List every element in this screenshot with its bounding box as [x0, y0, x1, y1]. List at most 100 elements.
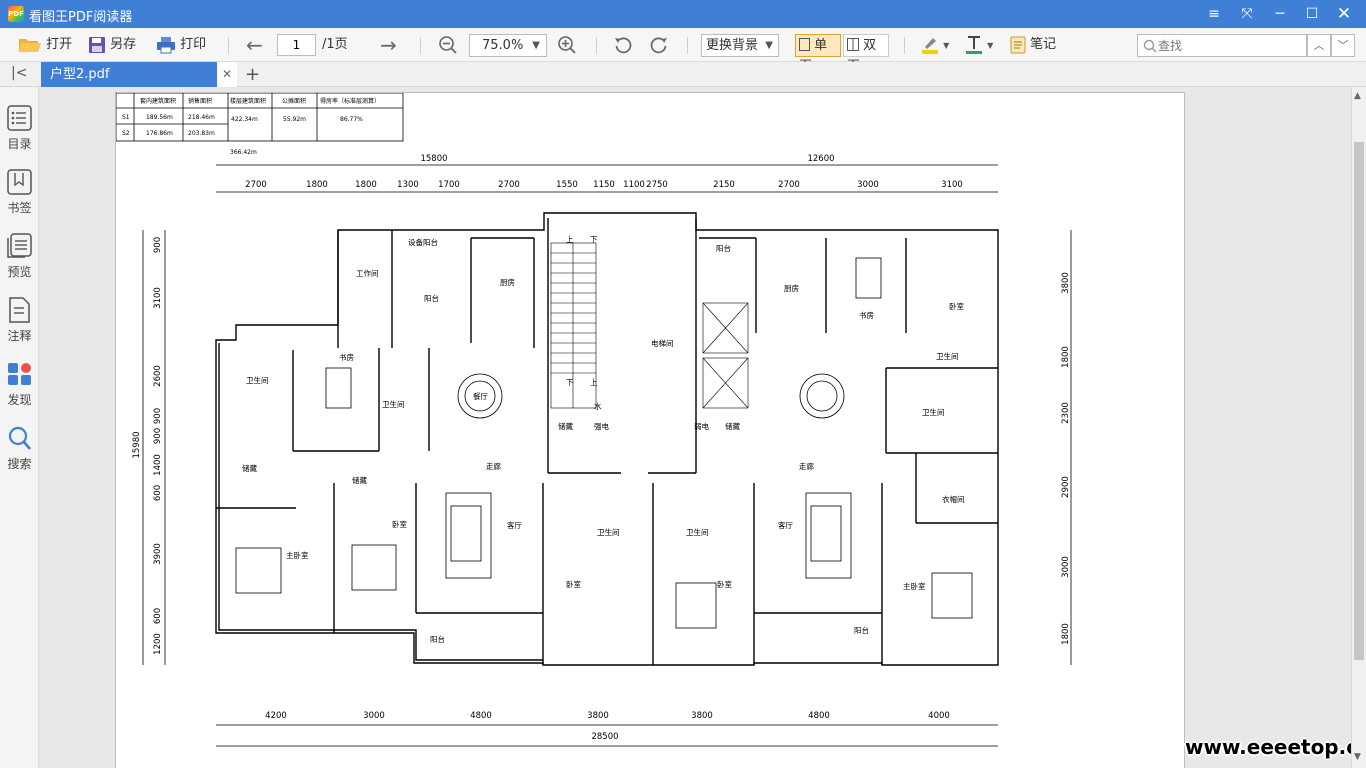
- chevron-down-icon: ▼: [765, 40, 773, 51]
- dim-label: 1700: [438, 180, 460, 190]
- sidebar-item-toc[interactable]: 目录: [0, 101, 39, 159]
- save-as-label: 另存: [110, 37, 137, 52]
- dim-label: 600: [153, 608, 163, 624]
- dim-label: 1800: [306, 180, 328, 190]
- room-label: 下: [590, 235, 598, 244]
- single-page-button[interactable]: 单页: [795, 34, 841, 74]
- room-label: 储藏: [558, 421, 573, 431]
- vertical-scrollbar[interactable]: ▲ ▼: [1351, 87, 1366, 768]
- room-label: 客厅: [778, 520, 793, 530]
- search-prev-button[interactable]: ︿: [1307, 34, 1331, 57]
- pdf-page: 套内建筑面积 销售面积 楼层建筑面积 公摊面积 得房率（标准层测算） S1 18…: [115, 92, 1185, 768]
- menu-icon[interactable]: ≡: [1198, 0, 1230, 28]
- maximize-button[interactable]: ☐: [1296, 0, 1328, 28]
- dim-label: 28500: [591, 732, 618, 742]
- sidebar-item-discover[interactable]: 发现: [0, 357, 39, 415]
- dim-label: 1400: [153, 454, 163, 476]
- open-button[interactable]: 打开: [18, 28, 72, 62]
- page-number-input[interactable]: [277, 34, 316, 56]
- search-box[interactable]: [1137, 34, 1307, 57]
- dimension-lines: [142, 164, 1072, 747]
- dim-label: 1550: [556, 180, 578, 190]
- dim-label: 2700: [245, 180, 267, 190]
- room-label: 电梯间: [651, 338, 674, 348]
- table-cell: S2: [122, 130, 130, 137]
- save-as-button[interactable]: 另存: [88, 28, 136, 62]
- room-label: 餐厅: [473, 392, 488, 401]
- close-button[interactable]: ✕: [1328, 0, 1360, 28]
- dim-label: 3100: [941, 180, 963, 190]
- scroll-up-icon[interactable]: ▲: [1354, 91, 1361, 101]
- tab-close-icon[interactable]: ✕: [217, 62, 237, 87]
- room-label: 厨房: [784, 283, 799, 293]
- sidebar-toggle-button[interactable]: |<: [11, 65, 27, 81]
- highlight-button[interactable]: ▼: [921, 28, 949, 62]
- search-icon: [1143, 39, 1157, 53]
- chevron-down-icon: ▼: [943, 41, 950, 50]
- tab-document[interactable]: 户型2.pdf ✕: [41, 62, 237, 87]
- tab-bar: |< 户型2.pdf ✕ +: [0, 62, 1366, 87]
- sidebar-item-search[interactable]: 搜索: [0, 421, 39, 479]
- room-label: 阳台: [854, 625, 869, 635]
- dim-label: 15800: [420, 154, 447, 164]
- minimize-button[interactable]: ─: [1264, 0, 1296, 28]
- room-label: 走廊: [799, 461, 814, 471]
- sidebar-item-annotations[interactable]: 注释: [0, 293, 39, 351]
- zoom-value: 75.0%: [482, 38, 524, 53]
- room-label: 卫生间: [246, 375, 269, 385]
- dim-label: 3800: [1061, 272, 1071, 294]
- table-header: 套内建筑面积: [140, 97, 176, 105]
- double-page-icon: [847, 38, 859, 51]
- table-cell: 189.56m: [146, 114, 173, 121]
- sidebar-item-preview[interactable]: 预览: [0, 229, 39, 287]
- next-page-button[interactable]: →: [380, 28, 397, 62]
- dim-label: 1100: [623, 180, 645, 190]
- room-label: 水: [594, 401, 602, 411]
- zoom-in-button[interactable]: [557, 28, 577, 62]
- table-note: 366.42m: [230, 149, 257, 156]
- room-label: 卧室: [949, 301, 964, 311]
- separator: [228, 37, 229, 54]
- single-page-icon: [799, 38, 810, 51]
- room-label: 设备阳台: [408, 237, 438, 247]
- room-label: 阳台: [430, 634, 445, 644]
- new-tab-button[interactable]: +: [245, 62, 260, 87]
- search-input[interactable]: [1158, 36, 1303, 55]
- room-label: 卫生间: [936, 351, 959, 361]
- print-button[interactable]: 打印: [156, 28, 206, 62]
- scroll-thumb[interactable]: [1354, 142, 1364, 660]
- dim-label: 12600: [807, 154, 834, 164]
- room-label: 弱电: [694, 421, 709, 431]
- rotate-right-button[interactable]: [649, 28, 669, 62]
- fullscreen-icon[interactable]: ⤧: [1231, 0, 1263, 28]
- stairs: [550, 242, 749, 409]
- prev-page-button[interactable]: ←: [246, 28, 263, 62]
- rotate-left-icon: [615, 37, 632, 53]
- text-color-button[interactable]: ▼: [965, 28, 993, 62]
- zoom-out-button[interactable]: [438, 28, 458, 62]
- scroll-down-icon[interactable]: ▼: [1354, 752, 1361, 762]
- sidebar-item-label: 书签: [7, 201, 32, 215]
- background-select[interactable]: 更换背景 ▼: [701, 34, 779, 57]
- double-page-button[interactable]: 双页: [843, 34, 889, 74]
- room-label: 上: [566, 235, 574, 244]
- watermark: www.eeeetop.com: [1185, 735, 1351, 759]
- dim-label: 3800: [691, 711, 713, 721]
- dining-tables: [457, 373, 845, 419]
- search-next-button[interactable]: ﹀: [1331, 34, 1355, 57]
- notes-button[interactable]: 笔记: [1010, 28, 1056, 62]
- notes-icon: [1010, 36, 1026, 53]
- zoom-select[interactable]: 75.0% ▼: [469, 34, 547, 57]
- room-label: 强电: [594, 421, 609, 431]
- dim-label: 1800: [1061, 346, 1071, 368]
- rotate-left-button[interactable]: [613, 28, 633, 62]
- document-viewer[interactable]: 套内建筑面积 销售面积 楼层建筑面积 公摊面积 得房率（标准层测算） S1 18…: [39, 87, 1351, 768]
- dim-label: 2600: [153, 365, 163, 387]
- sidebar-item-label: 搜索: [7, 457, 32, 471]
- dim-label: 15980: [132, 431, 142, 458]
- dim-label: 600: [153, 485, 163, 501]
- sidebar-item-bookmarks[interactable]: 书签: [0, 165, 39, 223]
- room-label: 下: [566, 378, 574, 387]
- text-tool-icon: [966, 35, 982, 54]
- table-header: 得房率（标准层测算）: [320, 97, 380, 105]
